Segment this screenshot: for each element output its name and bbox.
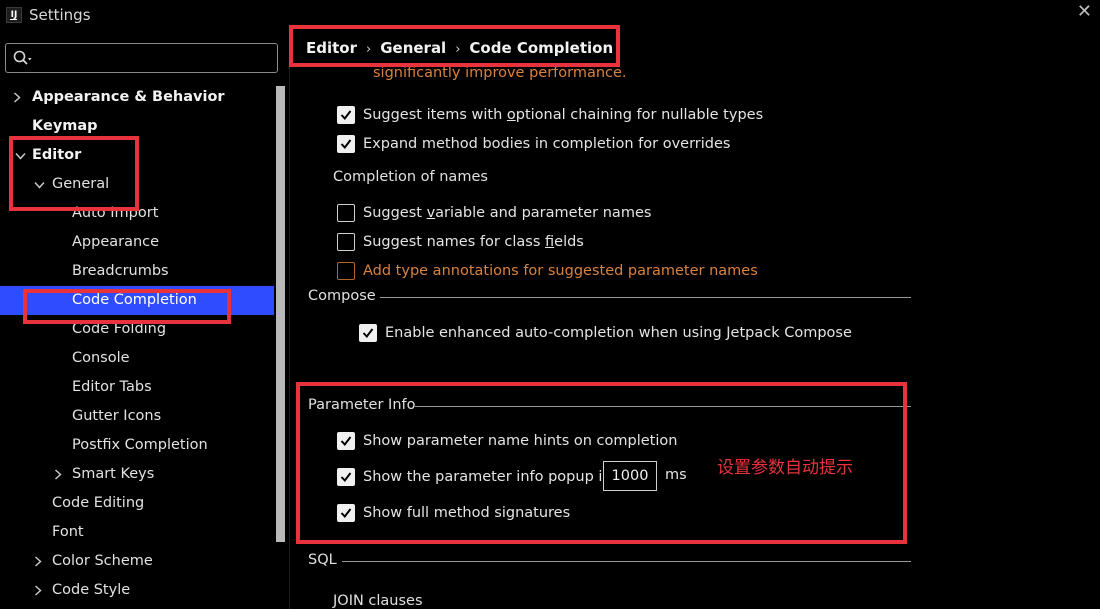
sidebar-item-font[interactable]: Font	[0, 518, 274, 547]
annotation-box-parameter-info	[296, 382, 907, 544]
sql-section-title: SQL	[308, 552, 337, 568]
sidebar-scrollbar[interactable]	[276, 86, 285, 542]
panel-divider[interactable]	[289, 30, 290, 609]
sidebar-item-code-editing[interactable]: Code Editing	[0, 489, 274, 518]
sidebar-item-appearance-behavior[interactable]: Appearance & Behavior	[0, 83, 274, 112]
expand-method-bodies-checkbox[interactable]	[337, 135, 355, 153]
optional-chaining-option[interactable]: Suggest items with optional chaining for…	[337, 105, 763, 127]
chevron-right-icon[interactable]	[10, 83, 24, 112]
window-title: Settings	[29, 6, 91, 24]
suggest-field-names-checkbox[interactable]	[337, 233, 355, 251]
annotation-box-breadcrumb	[289, 25, 620, 67]
sidebar-item-editor-tabs[interactable]: Editor Tabs	[0, 373, 274, 402]
chevron-right-icon[interactable]	[31, 547, 45, 576]
compose-section-title: Compose	[308, 288, 376, 304]
sidebar-item-color-scheme[interactable]: Color Scheme	[0, 547, 274, 576]
performance-warning-text: significantly improve performance.	[373, 65, 627, 81]
compose-divider	[380, 297, 911, 298]
settings-search-box[interactable]	[5, 43, 278, 73]
chevron-right-icon[interactable]	[51, 460, 65, 489]
suggest-field-names-option[interactable]: Suggest names for class fields	[337, 232, 597, 254]
chevron-right-icon[interactable]	[31, 576, 45, 605]
annotation-box-editor-general	[9, 136, 139, 211]
join-clauses-title: JOIN clauses	[333, 593, 423, 609]
compose-autocomplete-checkbox[interactable]	[359, 324, 377, 342]
expand-method-bodies-option[interactable]: Expand method bodies in completion for o…	[337, 134, 757, 156]
sidebar-item-postfix-completion[interactable]: Postfix Completion	[0, 431, 274, 460]
sidebar-item-code-style[interactable]: Code Style	[0, 576, 274, 605]
app-logo-icon: IJ	[6, 7, 22, 23]
search-icon	[13, 50, 32, 65]
search-input[interactable]	[40, 48, 270, 68]
sidebar-item-gutter-icons[interactable]: Gutter Icons	[0, 402, 274, 431]
type-annotations-option[interactable]: Add type annotations for suggested param…	[337, 261, 758, 283]
suggest-variable-names-checkbox[interactable]	[337, 204, 355, 222]
completion-of-names-title: Completion of names	[333, 169, 488, 185]
type-annotations-checkbox[interactable]	[337, 262, 355, 280]
sql-divider	[342, 561, 911, 562]
sidebar-item-breadcrumbs[interactable]: Breadcrumbs	[0, 257, 274, 286]
compose-autocomplete-option[interactable]: Enable enhanced auto-completion when usi…	[359, 323, 859, 345]
sidebar-item-console[interactable]: Console	[0, 344, 274, 373]
close-icon[interactable]: ✕	[1077, 2, 1092, 22]
optional-chaining-checkbox[interactable]	[337, 106, 355, 124]
suggest-variable-names-option[interactable]: Suggest variable and parameter names	[337, 203, 657, 225]
annotation-box-code-completion	[23, 289, 231, 324]
sidebar-item-smart-keys[interactable]: Smart Keys	[0, 460, 274, 489]
sidebar-item-appearance[interactable]: Appearance	[0, 228, 274, 257]
